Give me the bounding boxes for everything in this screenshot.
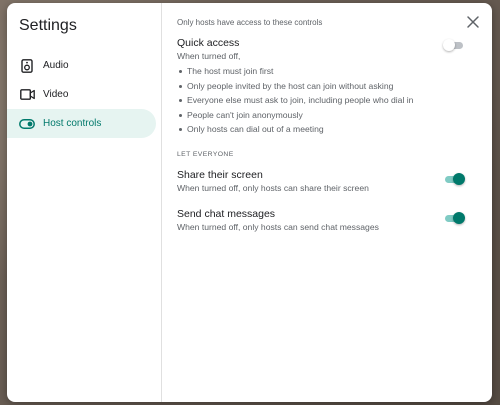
sidebar-item-host-controls[interactable]: Host controls [7, 109, 156, 138]
header-note: Only hosts have access to these controls [177, 18, 323, 27]
settings-dialog: Settings Audio Video Host controls Only … [7, 3, 492, 402]
setting-description: When turned off, only hosts can share th… [177, 182, 369, 193]
setting-title: Share their screen [177, 168, 263, 181]
list-item: People can't join anonymously [179, 108, 462, 123]
quick-access-setting: Quick access When turned off, The host m… [177, 37, 492, 137]
section-label: LET EVERYONE [177, 150, 234, 158]
list-item: Only people invited by the host can join… [179, 79, 462, 94]
chat-setting: Send chat messages When turned off, only… [177, 208, 492, 233]
quick-access-bullets: The host must join first Only people inv… [177, 64, 462, 137]
list-item: The host must join first [179, 64, 462, 79]
host-controls-panel: Only hosts have access to these controls… [162, 3, 492, 402]
chat-toggle[interactable] [443, 211, 465, 224]
sidebar-item-audio[interactable]: Audio [7, 51, 156, 80]
setting-description: When turned off, only hosts can send cha… [177, 221, 379, 232]
setting-title: Send chat messages [177, 207, 276, 220]
list-item: Everyone else must ask to join, includin… [179, 93, 462, 108]
close-icon[interactable] [466, 15, 480, 29]
quick-access-toggle[interactable] [443, 39, 465, 51]
settings-title: Settings [19, 17, 77, 34]
setting-title: Quick access [177, 37, 240, 49]
share-screen-setting: Share their screen When turned off, only… [177, 169, 492, 194]
video-camera-icon [19, 87, 35, 103]
sidebar-item-label: Host controls [43, 118, 102, 129]
sidebar-item-label: Audio [43, 60, 69, 71]
speaker-icon [19, 58, 35, 74]
share-screen-toggle[interactable] [443, 172, 465, 185]
settings-sidebar: Settings Audio Video Host controls [7, 3, 162, 402]
sidebar-item-video[interactable]: Video [7, 80, 156, 109]
sidebar-item-label: Video [43, 89, 69, 100]
list-item: Only hosts can dial out of a meeting [179, 122, 462, 137]
setting-description: When turned off, [177, 51, 241, 61]
toggle-icon [19, 116, 35, 132]
